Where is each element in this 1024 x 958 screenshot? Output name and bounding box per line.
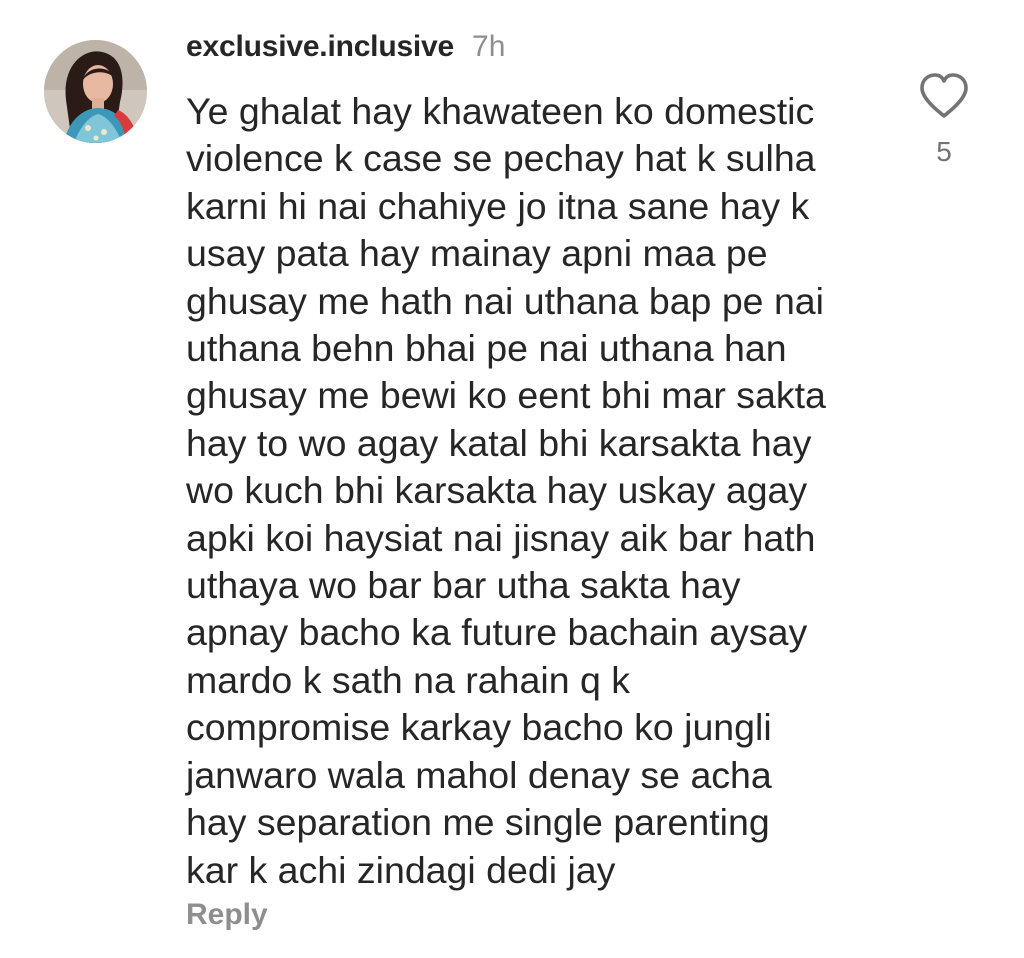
heart-outline-icon: [920, 73, 968, 118]
comment-timestamp: 7h: [472, 30, 506, 63]
avatar-image: [44, 40, 147, 143]
comment-text-line: mardo k sath na rahain q k: [186, 658, 630, 701]
comment-text-line: hay to wo agay katal bhi karsakta hay: [186, 421, 812, 464]
comment-header: exclusive.inclusive 7h: [186, 30, 505, 76]
comment-text-line: uthaya wo bar bar utha sakta hay: [186, 564, 741, 607]
comment-text-line: karni hi nai chahiye jo itna sane hay k: [186, 184, 810, 227]
avatar[interactable]: [44, 40, 147, 143]
comment-text-line: ghusay me hath nai uthana bap pe nai: [186, 279, 824, 322]
comment-text-line: kar k achi zindagi dedi jay: [186, 848, 616, 891]
comment-text-line: usay pata hay mainay apni maa pe: [186, 232, 768, 275]
comment-text: Ye ghalat hay khawateen ko domestic viol…: [186, 88, 876, 894]
comment-text-line: ghusay me bewi ko eent bhi mar sakta: [186, 374, 826, 417]
reply-button[interactable]: Reply: [186, 898, 268, 932]
comment-text-line: hay separation me single parenting: [186, 801, 770, 844]
comment-text-line: Ye ghalat hay khawateen ko domestic: [186, 90, 815, 132]
comment-text-line: violence k case se pechay hat k sulha: [186, 137, 816, 180]
comment-text-line: janwaro wala mahol denay se acha: [186, 753, 772, 796]
comment-text-line: uthana behn bhai pe nai uthana han: [186, 327, 787, 370]
comment-text-line: apnay bacho ka future bachain aysay: [186, 611, 808, 654]
comment-item: exclusive.inclusive 7h Ye ghalat hay kha…: [0, 0, 1024, 958]
like-count: 5: [936, 136, 952, 167]
comment-text-line: compromise karkay bacho ko jungli: [186, 706, 772, 749]
username-link[interactable]: exclusive.inclusive: [186, 30, 454, 64]
like-button[interactable]: [918, 72, 970, 120]
comment-text-line: wo kuch bhi karsakta hay uskay agay: [186, 469, 808, 512]
comment-text-line: apki koi haysiat nai jisnay aik bar hath: [186, 516, 816, 559]
